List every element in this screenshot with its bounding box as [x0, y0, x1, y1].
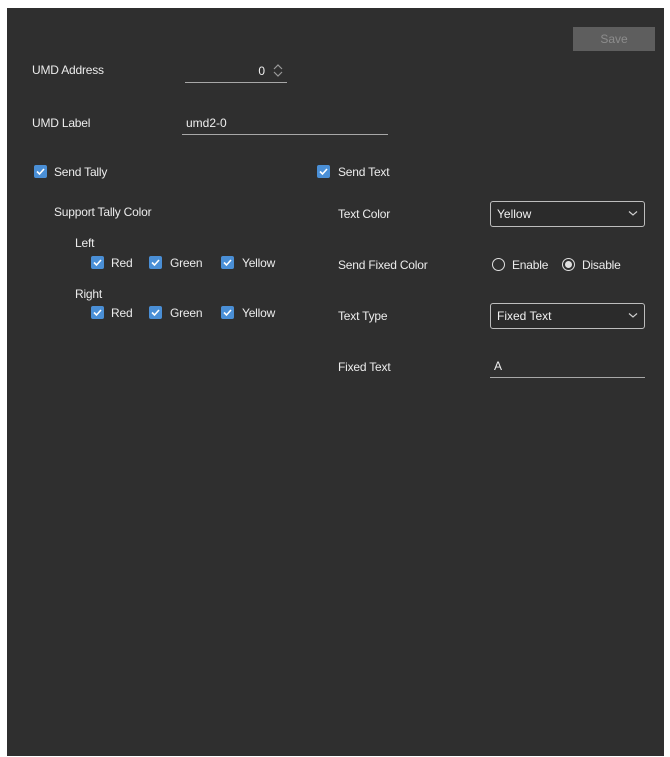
send-text-label: Send Text [338, 165, 390, 179]
fixed-text-value: A [494, 359, 503, 373]
checkmark-icon [223, 259, 232, 267]
enable-radio[interactable] [492, 258, 505, 271]
checkmark-icon [223, 309, 232, 317]
checkmark-icon [36, 168, 45, 176]
send-text-checkbox[interactable] [317, 165, 330, 178]
checkmark-icon [93, 259, 102, 267]
umd-label-input[interactable]: umd2-0 [182, 112, 388, 135]
radio-selected-dot [565, 261, 572, 268]
fixed-text-input[interactable]: A [490, 355, 645, 378]
text-type-select[interactable]: Fixed Text [490, 303, 645, 329]
chevron-down-icon [628, 211, 638, 216]
umd-address-label: UMD Address [32, 63, 104, 77]
tally-right-label: Right [75, 287, 103, 301]
left-green-label: Green [170, 256, 203, 270]
chevron-down-icon [628, 313, 638, 318]
text-color-value: Yellow [497, 207, 532, 221]
umd-label-value: umd2-0 [186, 116, 227, 130]
umd-settings-panel: Save UMD Address 0 UMD Label umd2-0 Send… [7, 8, 664, 756]
left-red-label: Red [111, 256, 133, 270]
checkmark-icon [151, 309, 160, 317]
send-fixed-color-label: Send Fixed Color [338, 258, 428, 272]
right-green-label: Green [170, 306, 203, 320]
right-yellow-checkbox[interactable] [221, 306, 234, 319]
umd-label-label: UMD Label [32, 116, 91, 130]
disable-radio[interactable] [562, 258, 575, 271]
checkmark-icon [93, 309, 102, 317]
left-yellow-checkbox[interactable] [221, 256, 234, 269]
text-color-label: Text Color [338, 207, 391, 221]
right-red-label: Red [111, 306, 133, 320]
checkmark-icon [319, 168, 328, 176]
umd-address-input[interactable]: 0 [185, 60, 287, 83]
right-green-checkbox[interactable] [149, 306, 162, 319]
umd-address-value: 0 [258, 64, 265, 78]
enable-radio-label: Enable [512, 258, 549, 272]
left-red-checkbox[interactable] [91, 256, 104, 269]
save-button[interactable]: Save [573, 27, 655, 51]
text-type-label: Text Type [338, 309, 388, 323]
tally-left-label: Left [75, 236, 95, 250]
disable-radio-label: Disable [582, 258, 621, 272]
right-yellow-label: Yellow [242, 306, 276, 320]
right-red-checkbox[interactable] [91, 306, 104, 319]
left-yellow-label: Yellow [242, 256, 276, 270]
fixed-text-label: Fixed Text [338, 360, 391, 374]
send-tally-checkbox[interactable] [34, 165, 47, 178]
text-color-select[interactable]: Yellow [490, 201, 645, 227]
left-green-checkbox[interactable] [149, 256, 162, 269]
checkmark-icon [151, 259, 160, 267]
spinner-arrows-icon[interactable] [272, 63, 284, 78]
support-tally-color-label: Support Tally Color [54, 205, 152, 219]
text-type-value: Fixed Text [497, 309, 552, 323]
send-tally-label: Send Tally [54, 165, 108, 179]
